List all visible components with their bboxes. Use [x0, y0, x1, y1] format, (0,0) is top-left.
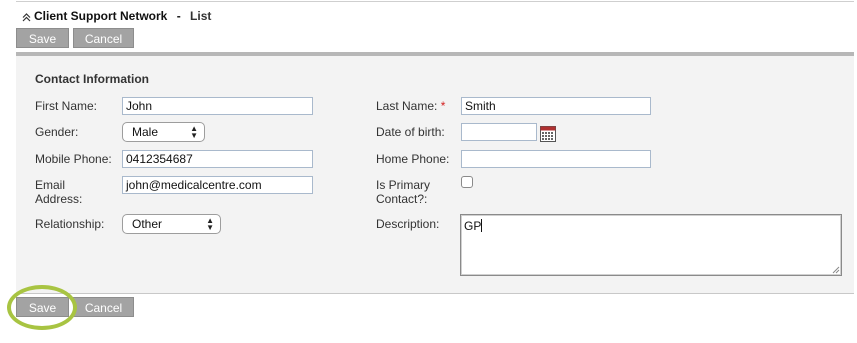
gender-select[interactable]: Male ▲ ▼ [122, 122, 205, 142]
double-chevron-up-icon[interactable] [22, 13, 31, 22]
date-of-birth-field[interactable] [461, 123, 537, 141]
home-phone-field[interactable] [461, 150, 651, 168]
date-of-birth-label: Date of birth: [376, 125, 445, 139]
relationship-select[interactable]: Other ▲ ▼ [122, 214, 221, 234]
description-textarea[interactable]: GP [460, 214, 842, 276]
resize-grip-icon[interactable] [832, 266, 840, 274]
description-label: Description: [376, 217, 440, 231]
is-primary-label-line2: Contact?: [376, 192, 428, 206]
first-name-label: First Name: [35, 99, 98, 113]
page-title: Client Support Network [34, 9, 168, 23]
gender-label: Gender: [35, 125, 79, 139]
email-label-line1: Email [35, 178, 66, 192]
last-name-field[interactable]: Smith [461, 97, 651, 115]
is-primary-checkbox[interactable] [461, 176, 473, 188]
relationship-label: Relationship: [35, 217, 105, 231]
highlight-ring [7, 285, 77, 330]
gender-select-value: Male [132, 125, 159, 139]
cancel-button-top[interactable]: Cancel [73, 28, 134, 48]
top-divider [16, 1, 854, 2]
title-separator: - [176, 9, 181, 23]
last-name-label-text: Last Name: [376, 99, 438, 113]
home-phone-label: Home Phone: [376, 152, 450, 166]
mobile-phone-field[interactable]: 0412354687 [122, 150, 313, 168]
is-primary-label-line1: Is Primary [376, 178, 430, 192]
select-arrows-icon: ▲ ▼ [206, 216, 214, 232]
section-title: Contact Information [35, 72, 149, 86]
email-label-line2: Address: [35, 192, 83, 206]
page-subtitle: List [190, 9, 212, 23]
email-field[interactable]: john@medicalcentre.com [122, 176, 313, 194]
email-label: Email Address: [35, 178, 82, 206]
is-primary-label: Is Primary Contact?: [376, 178, 430, 206]
relationship-select-value: Other [132, 217, 163, 231]
calendar-icon[interactable] [540, 126, 556, 142]
last-name-label: Last Name: * [376, 99, 445, 113]
select-arrows-icon: ▲ ▼ [190, 124, 198, 140]
required-marker: * [440, 99, 446, 113]
mobile-phone-label: Mobile Phone: [35, 152, 112, 166]
description-value: GP [464, 219, 482, 233]
text-caret [481, 219, 483, 232]
page-header: Client Support Network - List [22, 9, 211, 23]
save-button-top[interactable]: Save [16, 28, 69, 48]
first-name-field[interactable]: John [122, 97, 313, 115]
cancel-button-bottom[interactable]: Cancel [73, 297, 134, 317]
